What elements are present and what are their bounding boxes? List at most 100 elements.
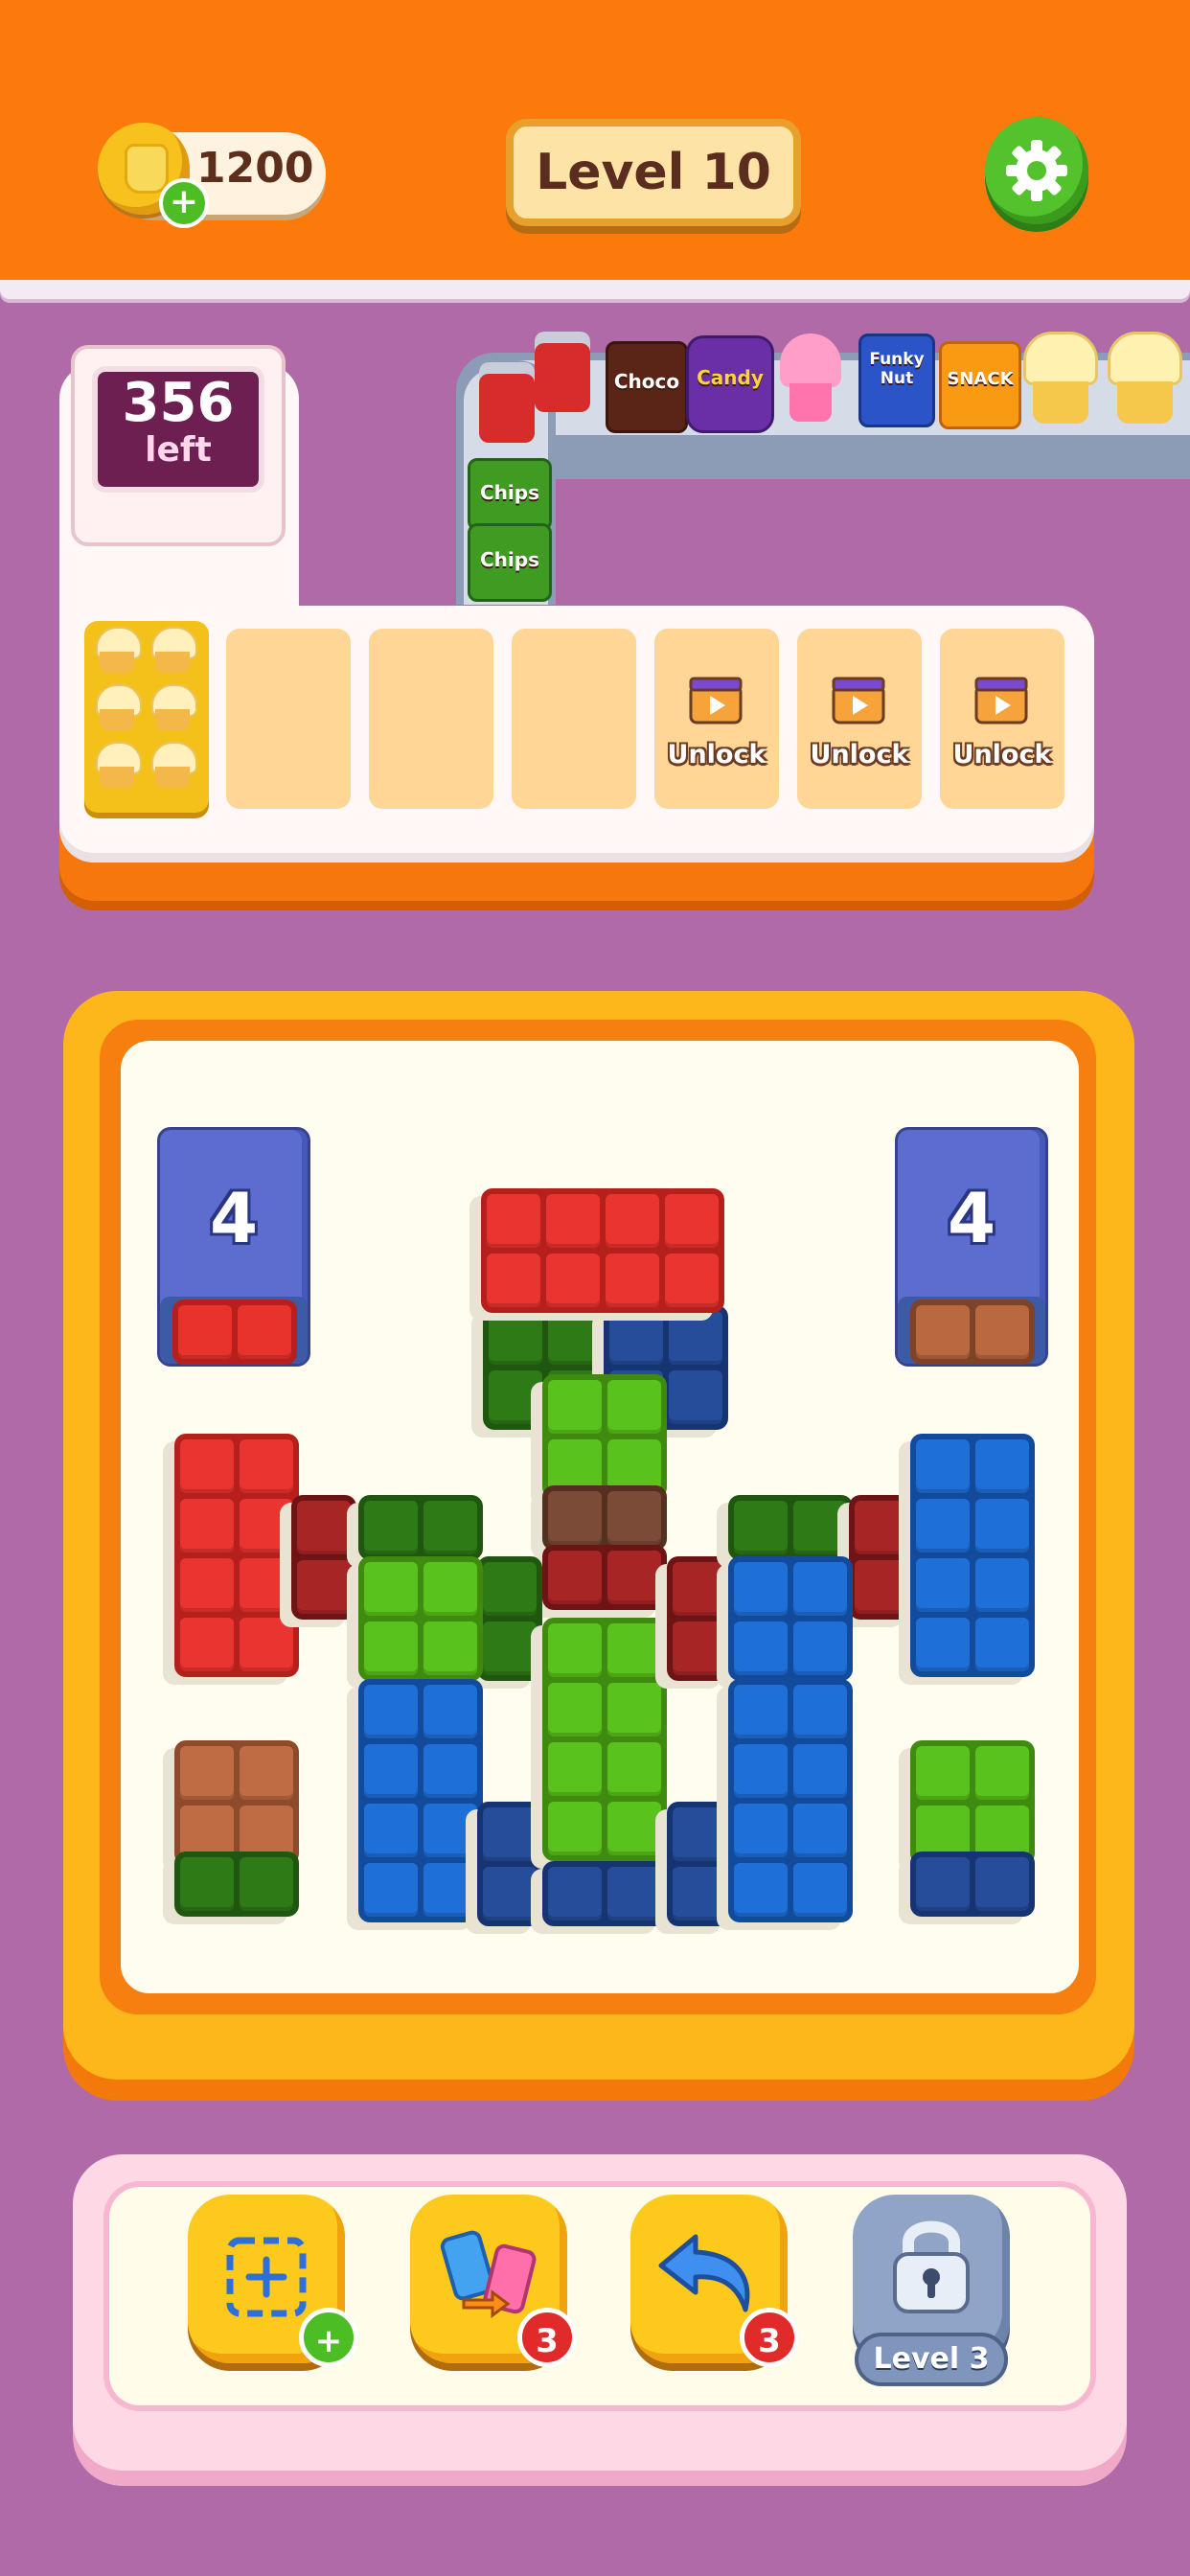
block-cell [975,1439,1029,1493]
block-cell [975,1857,1029,1911]
block-cell [487,1194,540,1248]
block-cell [606,1254,659,1307]
block-cell [975,1305,1029,1359]
add-slot-icon [226,2237,307,2317]
block-brown[interactable] [174,1740,299,1865]
unlock-label: Unlock [952,740,1052,770]
block-cell [297,1501,351,1554]
block-cell [665,1254,719,1307]
block-blue[interactable] [728,1679,853,1922]
block-blue[interactable] [910,1434,1035,1677]
block-cell [364,1744,418,1798]
block-cell [240,1857,293,1911]
block-cell [916,1305,970,1359]
muffin-icon [94,627,142,675]
block-cell [483,1867,537,1920]
video-ad-icon [832,677,885,724]
tray-slot-empty[interactable] [369,629,493,809]
shuffle-count-badge: 3 [517,2308,577,2367]
block-green[interactable] [542,1618,667,1861]
block-dark-red[interactable] [542,1545,667,1610]
block-cell [180,1499,234,1552]
block-cell [180,1439,234,1493]
funky-nut-bag-icon: Funky Nut [858,334,935,427]
block-cell [607,1491,661,1545]
tray-slot-locked[interactable]: Unlock [940,629,1064,809]
chips-bag-icon: Chips [468,458,552,531]
block-cell [423,1622,477,1675]
block-cell [548,1742,602,1796]
block-cell [546,1194,600,1248]
level-badge: Level 10 [506,119,801,226]
undo-count-badge: 3 [740,2308,799,2367]
block-dark-brown[interactable] [542,1485,667,1551]
muffin-icon [94,742,142,790]
block-cell [734,1562,788,1616]
snack-label: SNACK [947,368,1014,389]
block-cell [487,1254,540,1307]
block-cell [364,1863,418,1917]
block-dark-blue[interactable] [910,1852,1035,1917]
choco-bag-icon: Choco [606,341,688,433]
block-dark-green[interactable] [728,1495,853,1560]
block-cell [548,1802,602,1855]
muffin-icon [94,684,142,732]
queue-next-red[interactable] [172,1300,297,1365]
block-cell [916,1618,970,1671]
add-coins-button[interactable]: + [159,178,209,228]
level-title: Level 10 [536,144,771,201]
popcorn-icon [1108,332,1182,427]
block-cell [916,1439,970,1493]
block-cell [734,1685,788,1738]
block-cell [665,1194,719,1248]
tray-slot-empty[interactable] [226,629,351,809]
block-green[interactable] [358,1556,483,1681]
block-cell [607,1623,661,1677]
block-blue[interactable] [728,1556,853,1681]
block-cell [548,1623,602,1677]
block-green[interactable] [910,1740,1035,1865]
block-cell [297,1560,351,1614]
block-cell [669,1370,722,1424]
settings-button[interactable] [985,117,1088,224]
add-badge: + [299,2308,358,2367]
block-dark-green[interactable] [358,1495,483,1560]
gear-icon [1006,140,1067,201]
block-cell [483,1562,537,1616]
cupcake-icon [780,334,841,422]
block-cell [238,1305,291,1359]
remaining-label: left [145,430,212,470]
tray-slot-locked[interactable]: Unlock [797,629,922,809]
block-red[interactable] [481,1188,724,1313]
block-dark-green[interactable] [174,1852,299,1917]
block-cell [483,1807,537,1861]
block-cell [734,1804,788,1857]
unlock-label: Unlock [810,740,909,770]
block-cell [607,1683,661,1736]
candy-jar-icon: Candy [686,335,774,433]
tray-slot-empty[interactable] [512,629,636,809]
queue-count: 4 [947,1178,996,1258]
block-cell [793,1562,847,1616]
shuffle-icon [440,2230,537,2318]
queue-next-brown[interactable] [910,1300,1035,1365]
lock-icon [893,2220,970,2313]
tray-slot-locked[interactable]: Unlock [654,629,779,809]
video-ad-icon [689,677,743,724]
block-cell [548,1380,602,1434]
top-bar-divider [0,280,1190,299]
unlock-label: Unlock [667,740,767,770]
block-cell [423,1501,477,1554]
block-cell [178,1305,232,1359]
block-green[interactable] [542,1374,667,1499]
block-cell [548,1683,602,1736]
block-cell [916,1558,970,1612]
block-dark-blue[interactable] [542,1861,667,1926]
block-cell [975,1618,1029,1671]
block-cell [364,1804,418,1857]
block-cell [916,1746,970,1800]
block-cell [607,1742,661,1796]
block-blue[interactable] [358,1679,483,1922]
block-cell [364,1562,418,1616]
tray-slot-filled[interactable] [84,621,209,813]
